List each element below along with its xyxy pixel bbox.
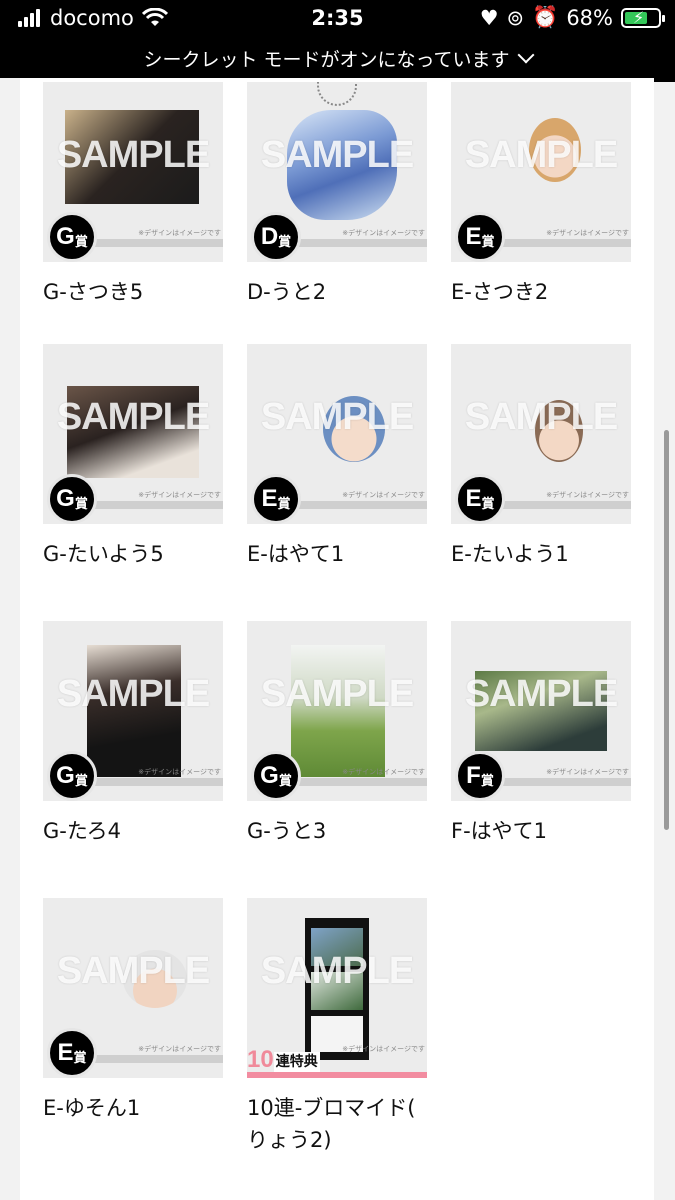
rank-badge: G賞 (47, 212, 97, 262)
badge-bar (287, 778, 427, 786)
item-thumbnail[interactable]: SAMPLE ※デザインはイメージです E賞 (43, 898, 223, 1078)
image-note: ※デザインはイメージです (342, 491, 425, 499)
item-thumbnail[interactable]: SAMPLE ※デザインはイメージです G賞 (43, 621, 223, 801)
item-label[interactable]: 10連-ブロマイド( りょう2) (247, 1092, 427, 1156)
scrollbar[interactable] (664, 430, 669, 830)
sample-watermark: SAMPLE (260, 134, 414, 176)
badge-bar (287, 501, 427, 509)
alarm-icon: ⏰ (532, 5, 559, 29)
rotation-lock-icon: ⊚ (506, 5, 525, 30)
sample-watermark: SAMPLE (56, 134, 210, 176)
image-note: ※デザインはイメージです (138, 768, 221, 776)
keychain-chain (317, 82, 357, 106)
sample-watermark: SAMPLE (56, 950, 210, 992)
badge-bar (287, 239, 427, 247)
item-card[interactable]: SAMPLE ※デザインはイメージです D賞 D-うと2 (247, 82, 427, 308)
item-label[interactable]: G-さつき5 (43, 276, 223, 308)
item-label[interactable]: E-はやて1 (247, 538, 427, 570)
bonus-badge: 10 連特典 (247, 1048, 320, 1072)
chevron-down-icon (517, 46, 535, 64)
rank-badge: F賞 (455, 751, 505, 801)
item-label-line1: 10連-ブロマイド( (247, 1096, 416, 1120)
status-right: ♥ ⊚ ⏰ 68% ⚡ (479, 5, 665, 30)
image-note: ※デザインはイメージです (342, 768, 425, 776)
item-thumbnail[interactable]: SAMPLE ※デザインはイメージです E賞 (451, 82, 631, 262)
sample-watermark: SAMPLE (260, 673, 414, 715)
item-grid: SAMPLE ※デザインはイメージです G賞 G-さつき5 SAMPLE ※デザ… (20, 78, 654, 1200)
item-card[interactable]: SAMPLE ※デザインはイメージです E賞 E-はやて1 (247, 344, 427, 570)
incognito-banner-text: シークレット モードがオンになっています (143, 48, 510, 71)
image-note: ※デザインはイメージです (138, 1045, 221, 1053)
item-thumbnail[interactable]: SAMPLE ※デザインはイメージです 10 連特典 (247, 898, 427, 1078)
battery-percent: 68% (566, 5, 613, 30)
item-card[interactable]: SAMPLE ※デザインはイメージです E賞 E-ゆそん1 (43, 898, 223, 1124)
rank-badge: G賞 (251, 751, 301, 801)
battery-icon: ⚡ (621, 7, 665, 28)
image-note: ※デザインはイメージです (546, 491, 629, 499)
item-thumbnail[interactable]: SAMPLE ※デザインはイメージです E賞 (451, 344, 631, 524)
item-card[interactable]: SAMPLE ※デザインはイメージです G賞 G-さつき5 (43, 82, 223, 308)
rank-badge: G賞 (47, 751, 97, 801)
item-thumbnail[interactable]: SAMPLE ※デザインはイメージです G賞 (43, 82, 223, 262)
badge-bar (83, 239, 223, 247)
heart-icon: ♥ (479, 5, 499, 30)
badge-bar (491, 778, 631, 786)
item-card[interactable]: SAMPLE ※デザインはイメージです E賞 E-さつき2 (451, 82, 631, 308)
sample-watermark: SAMPLE (464, 134, 618, 176)
sample-watermark: SAMPLE (56, 673, 210, 715)
item-label-line2: りょう2) (247, 1128, 332, 1152)
item-thumbnail[interactable]: SAMPLE ※デザインはイメージです D賞 (247, 82, 427, 262)
item-label[interactable]: E-ゆそん1 (43, 1092, 223, 1124)
item-card[interactable]: SAMPLE ※デザインはイメージです E賞 E-たいよう1 (451, 344, 631, 570)
item-label[interactable]: D-うと2 (247, 276, 427, 308)
item-card[interactable]: SAMPLE ※デザインはイメージです F賞 F-はやて1 (451, 621, 631, 847)
bonus-number: 10 (247, 1046, 274, 1073)
status-bar: docomo 2:35 ♥ ⊚ ⏰ 68% ⚡ (0, 0, 675, 38)
bonus-text: 連特典 (273, 1052, 320, 1072)
item-label[interactable]: G-うと3 (247, 815, 427, 847)
image-note: ※デザインはイメージです (138, 491, 221, 499)
rank-badge: E賞 (455, 474, 505, 524)
item-label[interactable]: G-たいよう5 (43, 538, 223, 570)
item-card[interactable]: SAMPLE ※デザインはイメージです G賞 G-うと3 (247, 621, 427, 847)
badge-bar (83, 778, 223, 786)
rank-badge: G賞 (47, 474, 97, 524)
sample-watermark: SAMPLE (260, 396, 414, 438)
badge-bar (491, 501, 631, 509)
item-card[interactable]: SAMPLE ※デザインはイメージです G賞 G-たろ4 (43, 621, 223, 847)
sample-watermark: SAMPLE (464, 396, 618, 438)
image-note: ※デザインはイメージです (546, 229, 629, 237)
image-note: ※デザインはイメージです (546, 768, 629, 776)
item-label[interactable]: E-たいよう1 (451, 538, 631, 570)
rank-badge: E賞 (455, 212, 505, 262)
image-note: ※デザインはイメージです (138, 229, 221, 237)
item-thumbnail[interactable]: SAMPLE ※デザインはイメージです G賞 (43, 344, 223, 524)
bonus-underline (247, 1072, 427, 1078)
rank-badge: D賞 (251, 212, 301, 262)
item-label[interactable]: F-はやて1 (451, 815, 631, 847)
incognito-banner[interactable]: シークレット モードがオンになっています (0, 38, 675, 78)
rank-badge: E賞 (251, 474, 301, 524)
badge-bar (491, 239, 631, 247)
sample-watermark: SAMPLE (464, 673, 618, 715)
badge-bar (83, 1055, 223, 1063)
item-card[interactable]: SAMPLE ※デザインはイメージです G賞 G-たいよう5 (43, 344, 223, 570)
sample-watermark: SAMPLE (260, 950, 414, 992)
image-note: ※デザインはイメージです (342, 229, 425, 237)
item-thumbnail[interactable]: SAMPLE ※デザインはイメージです G賞 (247, 621, 427, 801)
item-thumbnail[interactable]: SAMPLE ※デザインはイメージです E賞 (247, 344, 427, 524)
item-card[interactable]: SAMPLE ※デザインはイメージです 10 連特典 10連-ブロマイド( りょ… (247, 898, 427, 1156)
rank-badge: E賞 (47, 1028, 97, 1078)
sample-watermark: SAMPLE (56, 396, 210, 438)
item-thumbnail[interactable]: SAMPLE ※デザインはイメージです F賞 (451, 621, 631, 801)
badge-bar (83, 501, 223, 509)
item-label[interactable]: G-たろ4 (43, 815, 223, 847)
image-note: ※デザインはイメージです (342, 1045, 425, 1053)
item-label[interactable]: E-さつき2 (451, 276, 631, 308)
